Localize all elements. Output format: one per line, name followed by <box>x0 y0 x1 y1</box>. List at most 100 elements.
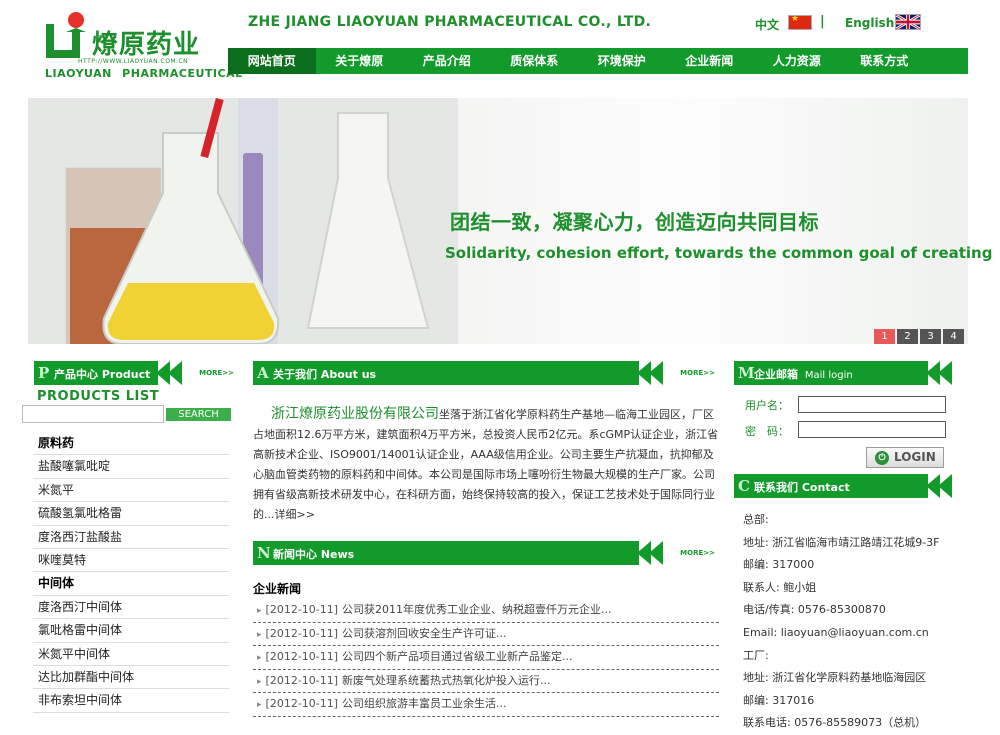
news-title-link[interactable]: 公司四个新产品项目通过省级工业新产品鉴定... <box>342 650 573 663</box>
nav-environment[interactable]: 环境保护 <box>578 48 666 74</box>
contact-line: 总部: <box>743 513 769 526</box>
products-more-link[interactable]: MORE>> <box>199 361 234 385</box>
product-category[interactable]: 中间体 <box>33 572 229 596</box>
contact-line: 邮编: 317000 <box>743 558 815 572</box>
arrow-icon: ▸ <box>257 629 262 640</box>
products-letter: P <box>38 364 50 382</box>
mail-letter: M <box>738 364 755 382</box>
news-title-link[interactable]: 新废气处理系统蓄热式热氧化炉投入运行... <box>342 674 551 687</box>
contact-line: 电话/传真: 0576-85300870 <box>743 603 886 617</box>
language-chinese-link[interactable]: 中文 <box>755 16 779 33</box>
chevron-icon <box>649 361 663 385</box>
news-date: [2012-10-11] <box>265 603 339 616</box>
news-date: [2012-10-11] <box>265 626 339 640</box>
news-title-link[interactable]: 公司组织旅游丰富员工业余生活... <box>342 697 507 710</box>
pager-4[interactable]: 4 <box>943 329 964 344</box>
news-list: ▸ [2012-10-11] 公司获2011年度优秀工业企业、纳税超壹仟万元企业..… <box>253 599 719 717</box>
contact-more-area <box>926 474 962 498</box>
products-list-title: PRODUCTS LIST <box>37 389 160 404</box>
news-date: [2012-10-11] <box>265 673 339 687</box>
slogan-en: Solidarity, cohesion effort, towards the… <box>445 244 993 262</box>
mail-more-area <box>926 361 962 385</box>
arrow-icon: ▸ <box>257 653 262 663</box>
contact-header: C 联系我们 Contact <box>734 474 962 498</box>
product-search-button[interactable]: SEARCH <box>166 408 231 421</box>
company-name: ZHE JIANG LIAOYUAN PHARMACEUTICAL CO., L… <box>248 14 652 30</box>
product-item[interactable]: 度洛西汀中间体 <box>33 596 229 620</box>
product-item[interactable]: 咪喹莫特 <box>33 549 229 573</box>
nav-hr[interactable]: 人力资源 <box>753 48 841 74</box>
products-title: 产品中心 Product <box>54 368 151 381</box>
nav-home[interactable]: 网站首页 <box>228 48 316 74</box>
contact-info: 总部: 地址: 浙江省临海市靖江路靖江花城9-3F 邮编: 317000 联系人… <box>743 509 973 735</box>
login-label: LOGIN <box>894 450 936 464</box>
news-more-link[interactable]: MORE>> <box>680 541 715 565</box>
arrow-icon: ▸ <box>257 676 262 687</box>
news-item[interactable]: ▸ [2012-10-11] 公司四个新产品项目通过省级工业新产品鉴定... <box>253 646 719 670</box>
arrow-icon: ▸ <box>257 606 262 616</box>
lab-glassware-image <box>28 98 458 344</box>
nav-quality[interactable]: 质保体系 <box>491 48 579 74</box>
news-item[interactable]: ▸ [2012-10-11] 公司获溶剂回收安全生产许可证... <box>253 623 719 646</box>
mail-title: 企业邮箱 <box>754 368 798 381</box>
login-button[interactable]: ⏻ LOGIN <box>866 447 944 468</box>
news-letter: N <box>257 544 271 562</box>
pager-1[interactable]: 1 <box>874 329 895 344</box>
news-date: [2012-10-11] <box>265 650 339 663</box>
china-flag-icon[interactable] <box>788 14 812 30</box>
product-item[interactable]: 米氮平 <box>33 479 229 503</box>
news-more-area: MORE>> <box>637 541 719 565</box>
contact-email[interactable]: Email: liaoyuan@liaoyuan.com.cn <box>743 622 973 645</box>
main-nav: 网站首页 关于燎原 产品介绍 质保体系 环境保护 企业新闻 人力资源 联系方式 <box>228 48 968 74</box>
pager-3[interactable]: 3 <box>920 329 941 344</box>
product-item[interactable]: 米氮平中间体 <box>33 643 229 666</box>
news-item[interactable]: ▸ [2012-10-11] 公司获2011年度优秀工业企业、纳税超壹仟万元企业..… <box>253 599 719 623</box>
password-label: 密 码： <box>745 425 789 438</box>
product-item[interactable]: 达比加群酯中间体 <box>33 666 229 690</box>
product-search-input[interactable] <box>22 405 164 423</box>
logo-mark-icon <box>46 12 86 58</box>
about-header: A 关于我们 About us MORE>> <box>253 361 719 385</box>
product-item[interactable]: 硫酸氢氯吡格雷 <box>33 502 229 526</box>
contact-title: 联系我们 Contact <box>754 481 850 494</box>
product-category[interactable]: 原料药 <box>33 432 229 456</box>
about-company-name: 浙江燎原药业股份有限公司 <box>271 406 439 422</box>
nav-news[interactable]: 企业新闻 <box>666 48 754 74</box>
about-body: 坐落于浙江省化学原料药生产基地—临海工业园区，厂区占地面积12.6万平方米，建筑… <box>253 408 719 521</box>
username-input[interactable] <box>798 396 946 413</box>
product-item[interactable]: 非布索坦中间体 <box>33 689 229 713</box>
pager-2[interactable]: 2 <box>897 329 918 344</box>
uk-flag-icon[interactable] <box>895 14 921 30</box>
logo-url: HTTP://WWW.LIAOYUAN.COM.CN <box>78 58 189 65</box>
about-letter: A <box>257 364 269 382</box>
about-more-link[interactable]: MORE>> <box>680 361 715 385</box>
mail-title-small: Mail login <box>804 370 853 381</box>
banner: 团结一致，凝聚心力，创造迈向共同目标 <box>28 98 968 344</box>
language-english-link[interactable]: English <box>845 16 894 30</box>
arrow-icon: ▸ <box>257 700 262 710</box>
logo-text: 燎原药业 <box>92 30 201 60</box>
products-header: P 产品中心 Product MORE>> <box>34 361 238 385</box>
products-list: 原料药 盐酸噻氯吡啶 米氮平 硫酸氢氯吡格雷 度洛西汀盐酸盐 咪喹莫特 中间体 … <box>33 432 229 713</box>
news-category: 企业新闻 <box>253 582 302 596</box>
product-item[interactable]: 氯吡格雷中间体 <box>33 619 229 643</box>
contact-line: 工厂: <box>743 648 769 662</box>
product-item[interactable]: 度洛西汀盐酸盐 <box>33 526 229 549</box>
about-detail-link[interactable]: 详细>> <box>275 508 315 521</box>
about-title: 关于我们 About us <box>273 368 377 381</box>
nav-about[interactable]: 关于燎原 <box>316 48 404 74</box>
password-input[interactable] <box>798 421 946 438</box>
nav-contact[interactable]: 联系方式 <box>841 48 929 74</box>
product-item[interactable]: 盐酸噻氯吡啶 <box>33 455 229 479</box>
news-title: 新闻中心 News <box>273 548 355 561</box>
news-title-link[interactable]: 公司获2011年度优秀工业企业、纳税超壹仟万元企业... <box>342 603 611 616</box>
news-item[interactable]: ▸ [2012-10-11] 公司组织旅游丰富员工业余生活... <box>253 693 719 717</box>
news-item[interactable]: ▸ [2012-10-11] 新废气处理系统蓄热式热氧化炉投入运行... <box>253 670 719 693</box>
contact-line: 邮编: 317016 <box>743 693 815 707</box>
about-more-area: MORE>> <box>637 361 719 385</box>
username-label: 用户名： <box>745 399 789 412</box>
news-title-link[interactable]: 公司获溶剂回收安全生产许可证... <box>342 627 507 640</box>
nav-products[interactable]: 产品介绍 <box>403 48 491 74</box>
contact-line: 地址: 浙江省化学原料药基地临海园区 <box>743 671 927 685</box>
mail-header: M企业邮箱 Mail login <box>734 361 962 385</box>
